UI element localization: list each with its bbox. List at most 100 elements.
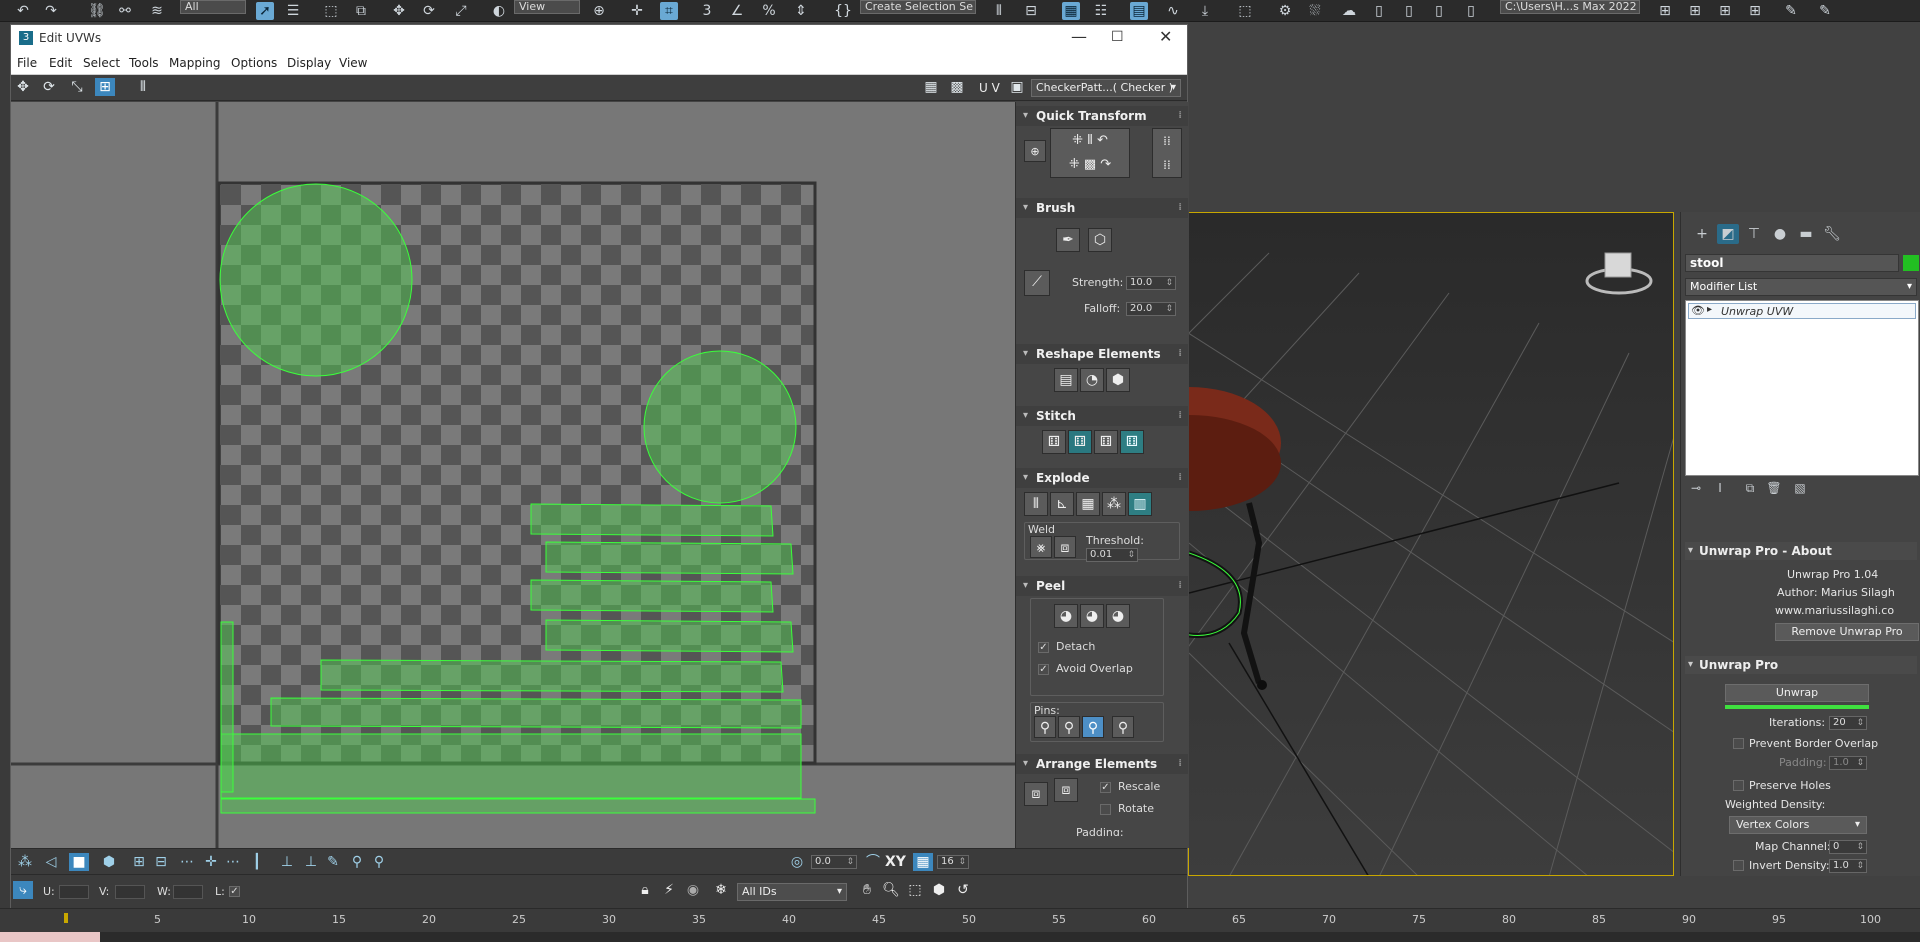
reference-coordinate-dropdown[interactable]: View — [514, 0, 580, 14]
mirror-icon[interactable]: ⫴ — [990, 2, 1008, 20]
ring-grow-icon[interactable]: ⊥ — [277, 853, 297, 871]
pin-tool-a-icon[interactable]: ✎ — [1782, 2, 1800, 20]
modifier-stack-item[interactable]: 👁︎ ▸ Unwrap UVW — [1688, 303, 1916, 319]
loop-grow-icon[interactable]: ✛ — [201, 853, 221, 871]
brush-line-icon[interactable]: ⟋ — [1024, 270, 1050, 296]
ribbon-icon[interactable]: ▤ — [1130, 2, 1148, 20]
flatten-icon[interactable]: ▦ — [1076, 492, 1100, 516]
uv-island-strip-5[interactable] — [320, 659, 784, 693]
unlink-icon[interactable]: ⚯ — [116, 2, 134, 20]
chevron-right-icon[interactable]: ▸ — [1707, 304, 1712, 315]
reset-view-icon[interactable]: ↺ — [953, 881, 973, 899]
menu-mapping[interactable]: Mapping — [169, 56, 221, 70]
link-icon[interactable]: ⛓ — [88, 2, 106, 20]
select-by-name-icon[interactable]: ☰ — [284, 2, 302, 20]
move-icon[interactable]: ✥ — [390, 2, 408, 20]
quick-transform-title[interactable]: Quick Transform — [1016, 106, 1188, 126]
snap-3-icon[interactable]: 3 — [698, 2, 716, 20]
peel-title[interactable]: Peel — [1016, 576, 1188, 596]
ring-icon[interactable]: ┃ — [247, 853, 267, 871]
pack-together-icon[interactable]: ⧈ — [1054, 778, 1078, 802]
about-site-link[interactable]: www.mariussilaghi.co — [1775, 604, 1894, 617]
menu-edit[interactable]: Edit — [49, 56, 72, 70]
loop-shrink-icon[interactable]: ⋯ — [223, 853, 243, 871]
rendered-frame-icon[interactable]: ⛆ — [1306, 2, 1324, 20]
falloff-curve-icon[interactable]: ⌒ — [863, 853, 883, 871]
brush-title[interactable]: Brush — [1016, 198, 1188, 218]
tool-c-icon[interactable]: ▯ — [1430, 2, 1448, 20]
tool-d-icon[interactable]: ▯ — [1462, 2, 1480, 20]
freeze-icon[interactable]: ❄ — [711, 881, 731, 899]
uv-island-strip-6[interactable] — [270, 697, 802, 729]
modify-tab-icon[interactable]: ◩ — [1717, 224, 1739, 244]
named-selection-sets-dropdown[interactable]: Create Selection Se — [860, 0, 976, 14]
percent-snap-icon[interactable]: % — [760, 2, 778, 20]
track-bar[interactable]: 5 10 15 20 25 30 35 40 45 50 55 60 65 70… — [0, 908, 1920, 932]
vertex-mode-icon[interactable]: ⁂ — [15, 853, 35, 871]
hide-icon[interactable]: ⚡ — [659, 881, 679, 899]
arrange-elements-title[interactable]: Arrange Elements — [1016, 754, 1188, 774]
polygon-mode-icon[interactable]: ■ — [69, 853, 89, 871]
toggle-layer-explorer-icon[interactable]: ☷ — [1092, 2, 1110, 20]
uv-island-thin-column[interactable] — [220, 621, 234, 793]
iterations-spinner[interactable]: 20 — [1829, 716, 1867, 730]
pan-icon[interactable]: ✋︎ — [857, 881, 877, 899]
invert-density-spinner[interactable]: 1.0 — [1829, 859, 1867, 873]
window-crossing-icon[interactable]: ⧉ — [352, 2, 370, 20]
falloff-spinner[interactable]: 20.0 — [1126, 302, 1176, 316]
pin-edges-icon[interactable]: ⚲ — [1112, 716, 1134, 738]
select-manipulate-icon[interactable]: ✛ — [628, 2, 646, 20]
avoid-overlap-checkbox[interactable]: ✓ — [1038, 664, 1049, 675]
rectangularize-icon[interactable]: ⬢ — [1106, 368, 1130, 392]
soft-selection-spinner[interactable]: 0.0 — [811, 855, 857, 869]
straighten-icon[interactable]: ▤ — [1054, 368, 1078, 392]
paint-move-brush-icon[interactable]: ✒ — [1056, 228, 1080, 252]
loop-icon[interactable]: ⋯ — [177, 853, 197, 871]
hierarchy-tab-icon[interactable]: ⊤ — [1743, 224, 1765, 244]
soft-selection-icon[interactable]: ◎ — [787, 853, 807, 871]
utilities-tab-icon[interactable]: 🔧︎ — [1821, 224, 1843, 244]
eye-icon[interactable]: 👁︎ — [1691, 304, 1705, 317]
pivot-icon[interactable]: ⊕ — [1024, 140, 1046, 162]
zoom-icon[interactable]: 🔍︎ — [881, 881, 901, 899]
unwrap-pro-rollout-title[interactable]: Unwrap Pro — [1685, 656, 1917, 674]
quick-peel-icon[interactable]: ◕ — [1054, 604, 1078, 628]
uv-island-strip-4[interactable] — [545, 619, 794, 653]
scale-icon[interactable]: ⤡ — [67, 78, 87, 96]
create-tab-icon[interactable]: + — [1691, 224, 1713, 244]
remove-unwrap-pro-button[interactable]: Remove Unwrap Pro — [1775, 623, 1919, 641]
menu-select[interactable]: Select — [83, 56, 120, 70]
bind-spacewarp-icon[interactable]: ≋ — [148, 2, 166, 20]
undo-icon[interactable]: ↶ — [14, 2, 32, 20]
show-icon[interactable]: ◉ — [683, 881, 703, 899]
uv-island-strip-1[interactable] — [530, 503, 774, 537]
u-field[interactable] — [59, 885, 89, 899]
peel-mode-icon[interactable]: ◕ — [1080, 604, 1104, 628]
vertex-colors-dropdown[interactable]: Vertex Colors ▾ — [1729, 816, 1867, 834]
tool-a-icon[interactable]: ▯ — [1370, 2, 1388, 20]
uv-island-base-strip[interactable] — [220, 798, 816, 814]
rotate-checkbox[interactable] — [1100, 804, 1111, 815]
pin-stack-icon[interactable]: ⊸ — [1685, 478, 1707, 498]
project-b-icon[interactable]: ⊞ — [1686, 2, 1704, 20]
zoom-extents-icon[interactable]: ⬢ — [929, 881, 949, 899]
split-icon[interactable]: ⊾ — [1050, 492, 1074, 516]
angle-snap-icon[interactable]: ∠ — [728, 2, 746, 20]
maxscript-listener-field[interactable] — [0, 932, 100, 942]
viewcube-icon[interactable] — [1604, 252, 1632, 278]
freeform-icon[interactable]: ⊞ — [95, 78, 115, 96]
reset-peel-icon[interactable]: ◕ — [1106, 604, 1130, 628]
stitch-title[interactable]: Stitch — [1016, 406, 1188, 426]
edit-named-selection-icon[interactable]: {} — [834, 2, 852, 20]
strength-spinner[interactable]: 10.0 — [1126, 276, 1176, 290]
time-slider-marker[interactable] — [64, 913, 68, 923]
stitch-to-target-icon[interactable]: ⚅ — [1120, 430, 1144, 454]
prevent-border-checkbox[interactable] — [1733, 738, 1744, 749]
lock-checkbox[interactable]: ✓ — [229, 886, 240, 897]
detach-checkbox[interactable]: ✓ — [1038, 642, 1049, 653]
pivot-center-icon[interactable]: ⊕ — [590, 2, 608, 20]
material-editor-icon[interactable]: ⬚ — [1236, 2, 1254, 20]
break-icon[interactable]: ⦀ — [1024, 492, 1048, 516]
rect-selection-icon[interactable]: ⬚ — [322, 2, 340, 20]
pin-auto-icon[interactable]: ⚲ — [1082, 716, 1104, 738]
